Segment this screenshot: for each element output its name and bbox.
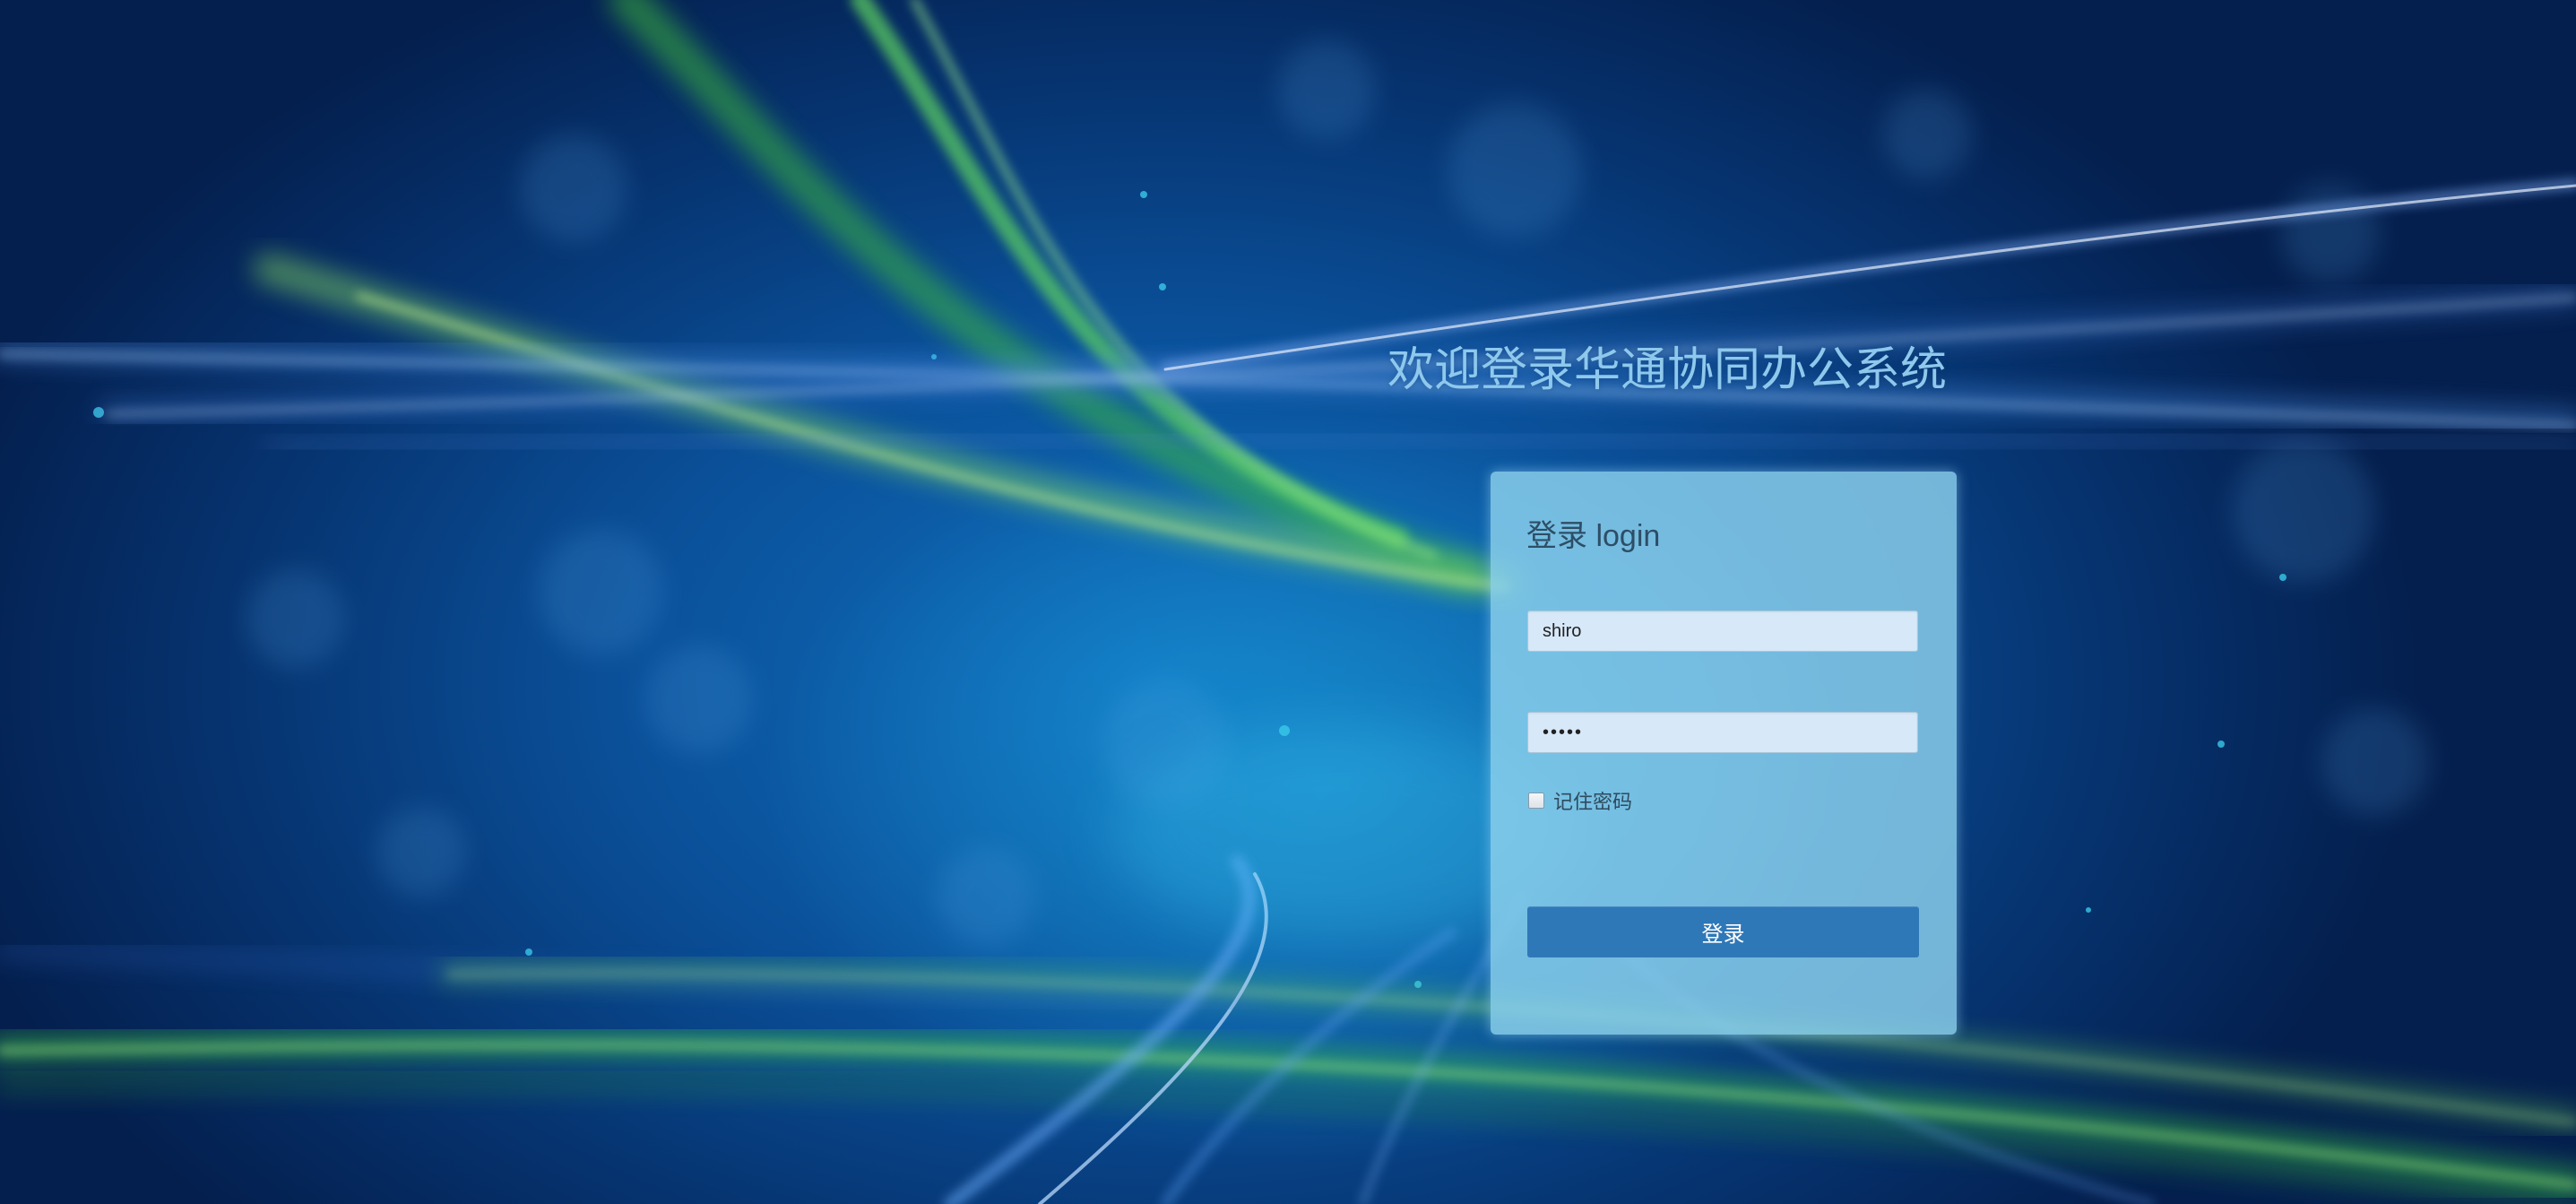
login-page: 欢迎登录华通协同办公系统 登录 login 记住密码 登录	[0, 0, 2576, 1204]
remember-password-row[interactable]: 记住密码	[1528, 786, 1632, 815]
welcome-title: 欢迎登录华通协同办公系统	[1387, 344, 1948, 396]
background-light-streaks	[0, 0, 2576, 1204]
remember-password-checkbox[interactable]	[1528, 793, 1544, 809]
login-heading: 登录 login	[1526, 519, 1661, 553]
remember-password-label[interactable]: 记住密码	[1553, 786, 1632, 815]
username-input[interactable]	[1527, 611, 1918, 652]
password-input[interactable]	[1527, 712, 1918, 753]
login-button[interactable]: 登录	[1527, 906, 1919, 957]
login-panel: 登录 login 记住密码 登录	[1491, 472, 1957, 1035]
